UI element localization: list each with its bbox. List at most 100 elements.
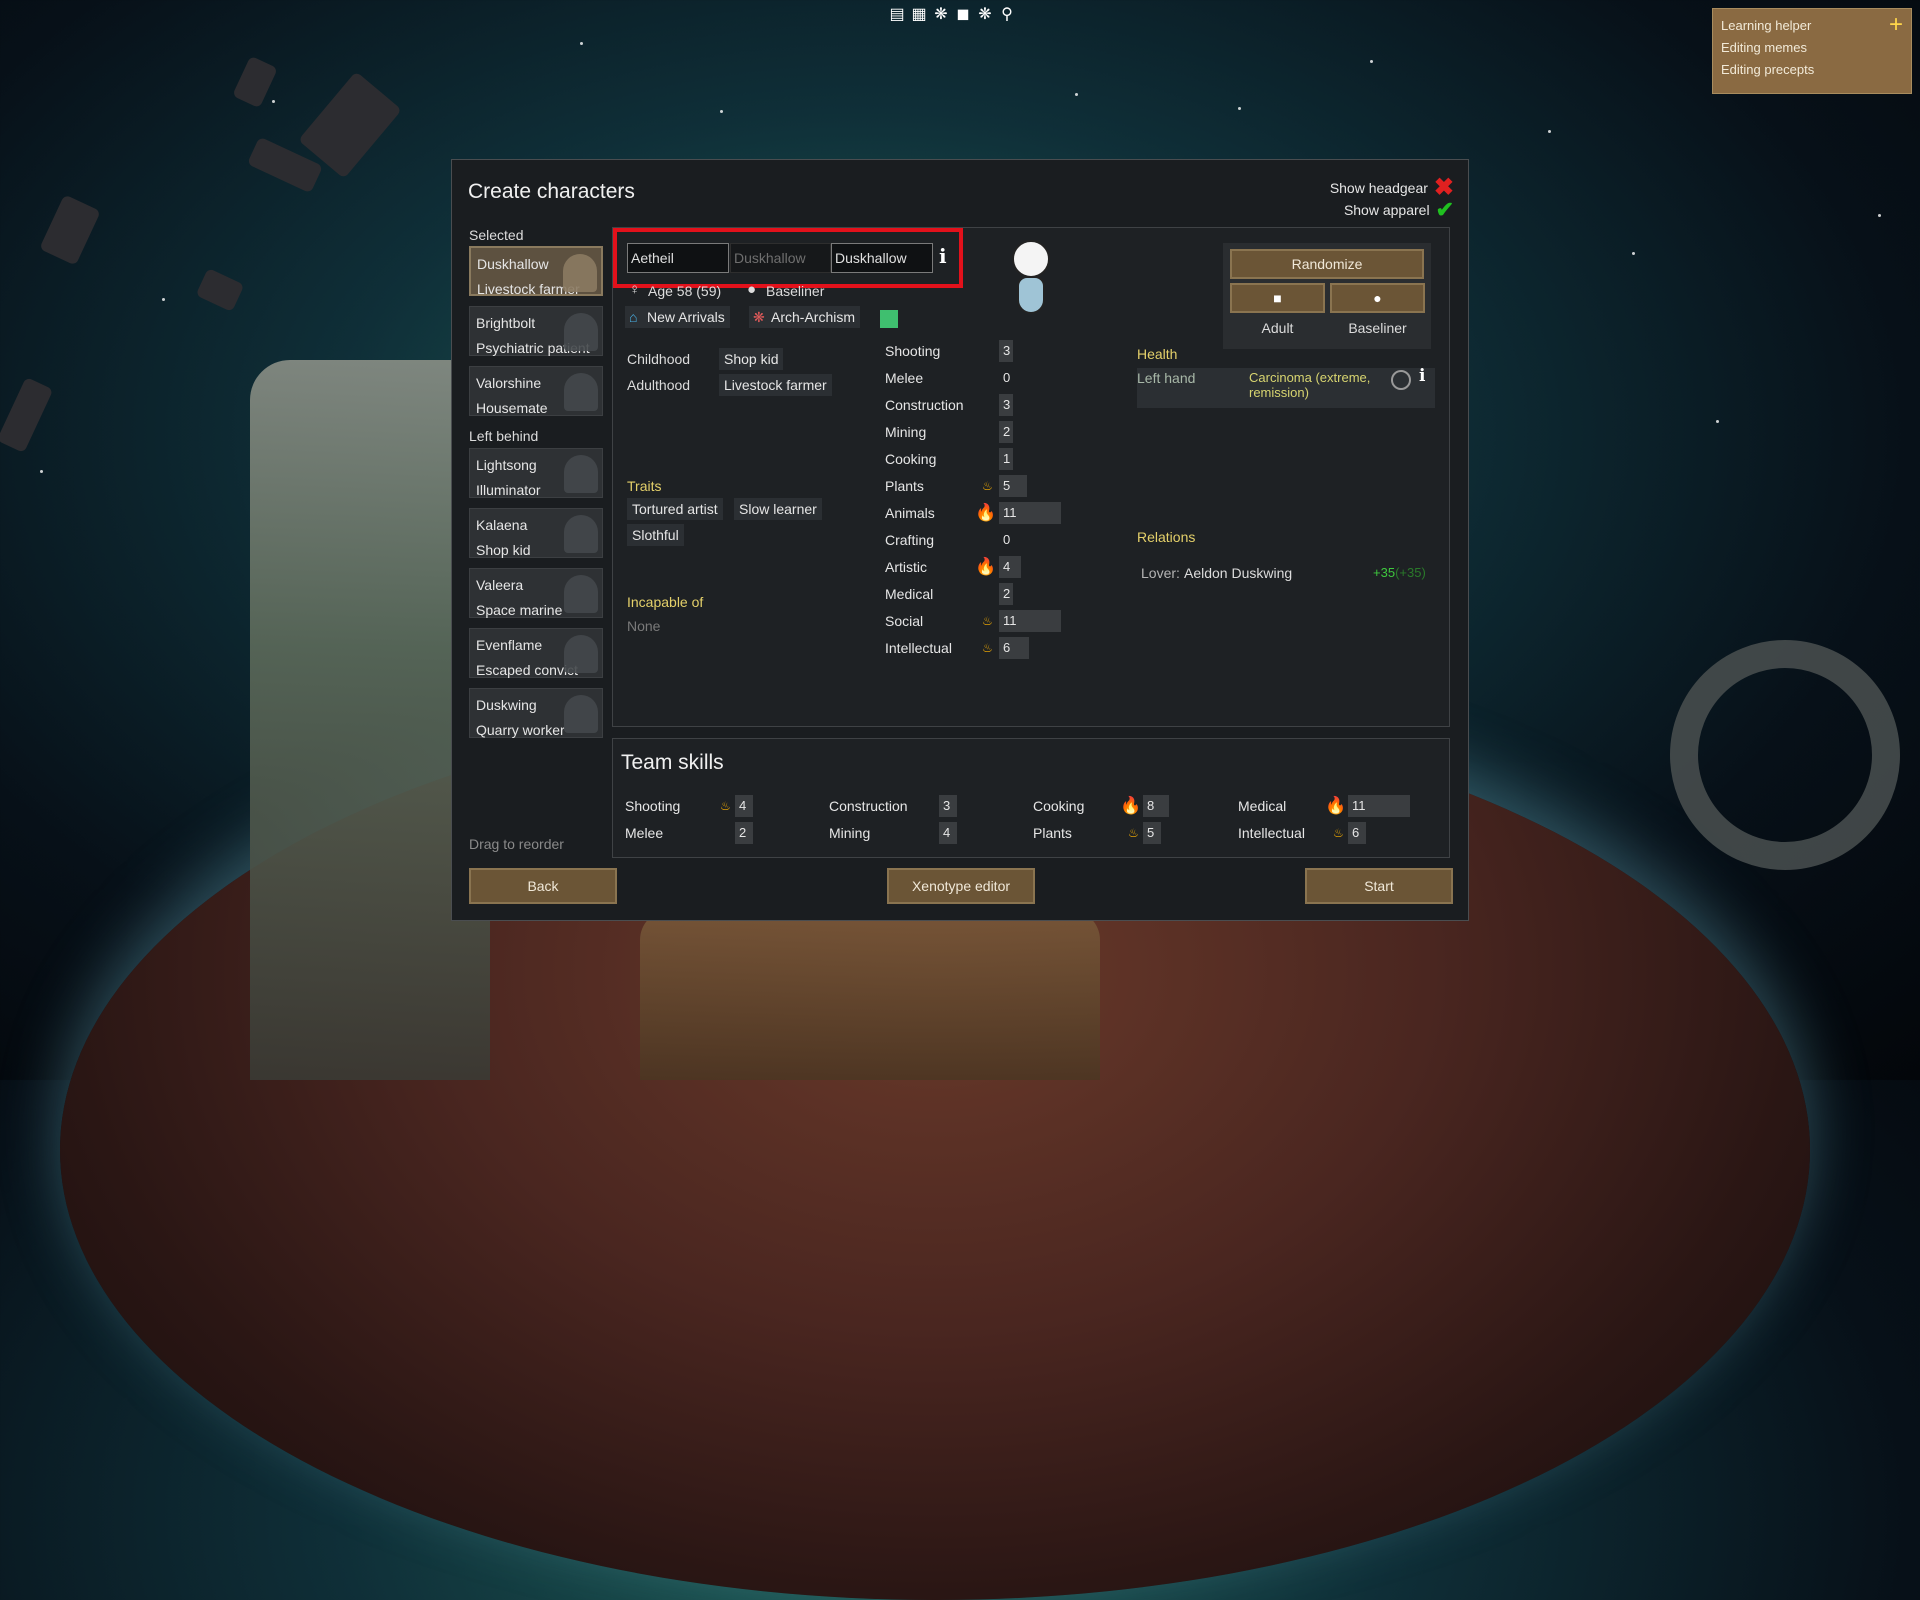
- skill-name: Social: [885, 613, 924, 629]
- skill-level[interactable]: 3: [999, 340, 1013, 362]
- left-behind-heading: Left behind: [469, 428, 539, 444]
- settings-icon[interactable]: ❋: [976, 5, 994, 23]
- learning-helper-item[interactable]: Editing memes: [1721, 37, 1903, 59]
- info-icon[interactable]: i: [939, 244, 947, 268]
- show-headgear-toggle[interactable]: Show headgear ✖: [1330, 176, 1454, 200]
- major-passion-icon: 🔥: [1120, 796, 1142, 815]
- team-skill-level: 5: [1143, 822, 1161, 844]
- pawn-card[interactable]: Duskhallow Livestock farmer: [469, 246, 603, 297]
- faction-tag[interactable]: ⌂ New Arrivals: [625, 306, 730, 328]
- traits-heading: Traits: [627, 478, 662, 494]
- major-passion-icon: 🔥: [1325, 796, 1347, 815]
- check-icon[interactable]: ✔: [1436, 199, 1454, 221]
- skill-level[interactable]: 3: [999, 394, 1013, 416]
- portrait-icon: [564, 575, 598, 613]
- team-skill-level: 3: [939, 795, 957, 817]
- list-icon[interactable]: ▤: [888, 5, 906, 23]
- pawn-card[interactable]: Duskwing Quarry worker: [469, 688, 603, 738]
- skill-level[interactable]: 1: [999, 448, 1013, 470]
- age-label[interactable]: Age 58 (59): [648, 283, 721, 299]
- favorite-color-swatch: [880, 310, 898, 328]
- ideoligion-tag[interactable]: ❋ Arch-Archism: [749, 306, 861, 328]
- skill-level[interactable]: 11: [999, 502, 1061, 524]
- health-condition: Carcinoma (extreme, remission): [1249, 370, 1371, 400]
- first-name-field[interactable]: Aetheil: [627, 243, 729, 273]
- childhood-backstory[interactable]: Shop kid: [719, 348, 784, 370]
- skill-name: Shooting: [885, 343, 941, 359]
- skill-level[interactable]: 4: [999, 556, 1021, 578]
- xenotype-button[interactable]: ●: [1330, 283, 1425, 313]
- learning-helper-title: Learning helper: [1721, 18, 1812, 33]
- cross-icon[interactable]: ✖: [1434, 176, 1454, 200]
- adulthood-backstory[interactable]: Livestock farmer: [719, 374, 832, 396]
- table-icon[interactable]: ▦: [910, 5, 928, 23]
- pawn-card[interactable]: Valeera Space marine: [469, 568, 603, 618]
- plus-icon[interactable]: +: [1889, 13, 1903, 37]
- portrait-icon: [563, 254, 597, 292]
- learning-helper[interactable]: Learning helper + Editing memes Editing …: [1712, 8, 1912, 94]
- relation-name[interactable]: Aeldon Duskwing: [1184, 565, 1292, 581]
- pawn-card[interactable]: Valorshine Housemate: [469, 366, 603, 416]
- life-stage-button[interactable]: ■: [1230, 283, 1325, 313]
- skill-level[interactable]: 0: [999, 367, 1013, 389]
- learning-helper-item[interactable]: Editing precepts: [1721, 59, 1903, 81]
- relation-opinion-paren: (+35): [1395, 565, 1426, 580]
- randomize-button[interactable]: Randomize: [1230, 249, 1424, 279]
- create-characters-dialog: Create characters Show headgear ✖ Show a…: [451, 159, 1469, 921]
- skill-level[interactable]: 2: [999, 421, 1013, 443]
- pawn-card[interactable]: Lightsong Illuminator: [469, 448, 603, 498]
- team-skill-level: 4: [939, 822, 957, 844]
- circle-icon[interactable]: [1391, 370, 1411, 390]
- skill-level[interactable]: 2: [999, 583, 1013, 605]
- pawn-card[interactable]: Evenflame Escaped convict: [469, 628, 603, 678]
- trait-tag[interactable]: Slothful: [627, 524, 684, 546]
- portrait-icon: [564, 515, 598, 553]
- back-button[interactable]: Back: [469, 868, 617, 904]
- faction-name: New Arrivals: [647, 309, 725, 325]
- team-skill-name: Mining: [829, 825, 871, 841]
- skill-level[interactable]: 6: [999, 637, 1029, 659]
- skill-level[interactable]: 0: [999, 529, 1013, 551]
- ideo-icon: ❋: [753, 309, 765, 325]
- xenotype-editor-button[interactable]: Xenotype editor: [887, 868, 1035, 904]
- major-passion-icon: 🔥: [975, 503, 997, 522]
- gear-icon[interactable]: ❋: [932, 5, 950, 23]
- home-icon: ⌂: [629, 309, 638, 325]
- start-button[interactable]: Start: [1305, 868, 1453, 904]
- colonist-figure: [640, 910, 1100, 1080]
- minor-passion-icon: ♨: [720, 799, 731, 813]
- pawn-card[interactable]: Brightbolt Psychiatric patient: [469, 306, 603, 356]
- team-skill-level: 11: [1348, 795, 1410, 817]
- top-toolbar: ▤ ▦ ❋ ◼ ❋ ⚲: [888, 5, 1016, 23]
- team-skills-panel: Team skills Shooting ♨ 4 Melee 2 Construction…: [612, 738, 1450, 858]
- relation-type: Lover:: [1141, 565, 1180, 581]
- childhood-label: Childhood: [627, 351, 691, 367]
- skill-level[interactable]: 11: [999, 610, 1061, 632]
- info-icon[interactable]: i: [1419, 366, 1425, 386]
- major-passion-icon: 🔥: [975, 557, 997, 576]
- show-apparel-toggle[interactable]: Show apparel ✔: [1344, 199, 1454, 221]
- team-skill-level: 6: [1348, 822, 1366, 844]
- ideo-name: Arch-Archism: [771, 309, 856, 325]
- xenotype-label[interactable]: Baseliner: [766, 283, 824, 299]
- selected-heading: Selected: [469, 227, 524, 243]
- search-icon[interactable]: ⚲: [998, 5, 1016, 23]
- nickname-field[interactable]: Duskhallow: [730, 243, 831, 273]
- team-skill-level: 4: [735, 795, 753, 817]
- portrait-icon: [564, 373, 598, 411]
- team-skill-name: Melee: [625, 825, 664, 841]
- relation-opinion: +35(+35): [1373, 565, 1426, 580]
- skill-name: Intellectual: [885, 640, 952, 656]
- xenotype-icon: ●: [747, 281, 757, 298]
- team-skill-name: Medical: [1238, 798, 1287, 814]
- trait-tag[interactable]: Slow learner: [734, 498, 822, 520]
- skill-level[interactable]: 5: [999, 475, 1027, 497]
- bag-icon[interactable]: ◼: [954, 5, 972, 23]
- pawn-card[interactable]: Kalaena Shop kid: [469, 508, 603, 558]
- skull-icon: ●: [1373, 290, 1382, 306]
- health-row[interactable]: Left hand Carcinoma (extreme, remission)…: [1137, 366, 1435, 408]
- trait-tag[interactable]: Tortured artist: [627, 498, 723, 520]
- last-name-field[interactable]: Duskhallow: [831, 243, 933, 273]
- team-skill-name: Construction: [829, 798, 908, 814]
- team-skill-name: Intellectual: [1238, 825, 1305, 841]
